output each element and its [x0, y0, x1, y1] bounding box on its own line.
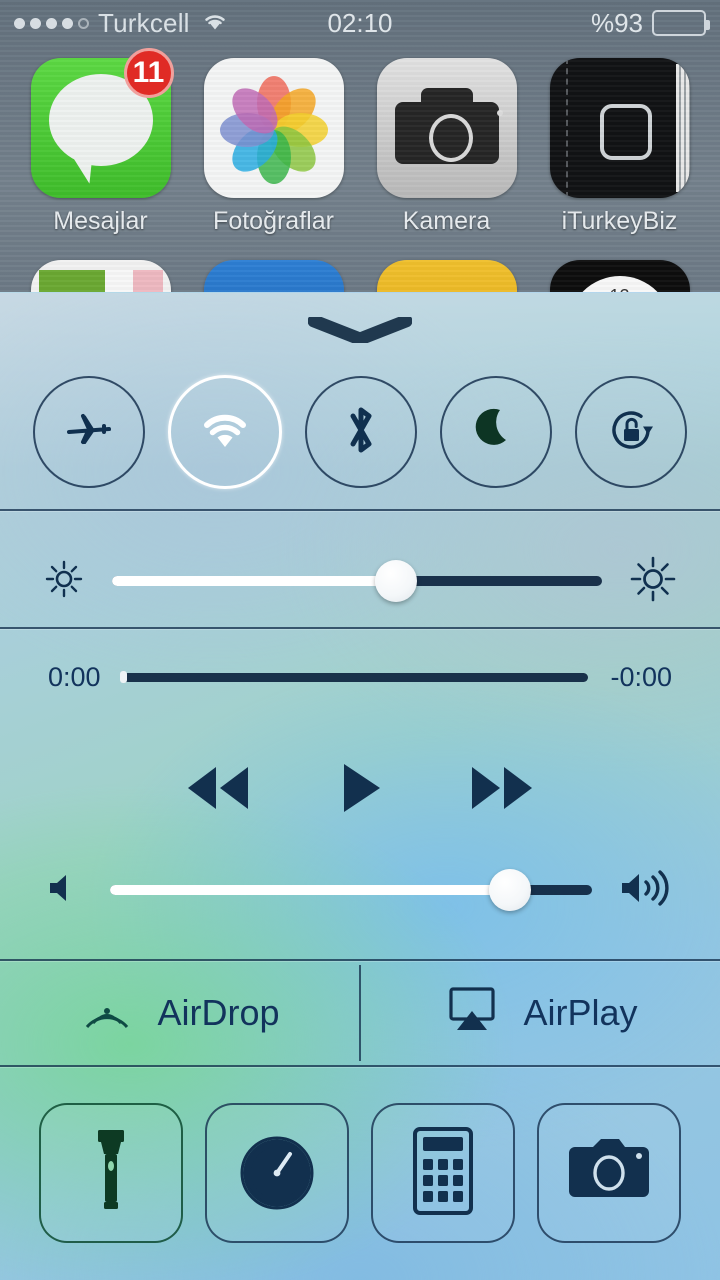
app-label: Kamera: [402, 207, 491, 235]
brightness-fill: [112, 576, 397, 586]
brightness-high-icon: [628, 554, 678, 609]
shortcuts-row: [0, 1093, 720, 1253]
app-row-1: 11 Mesajlar Fotoğraflar Kamera iTurkeyBi…: [0, 48, 720, 236]
timer-icon: [234, 1128, 320, 1219]
airdrop-button[interactable]: AirDrop: [0, 961, 359, 1065]
brightness-knob[interactable]: [375, 560, 418, 602]
battery-icon: [652, 10, 710, 36]
airdrop-icon: [79, 981, 135, 1046]
brightness-slider-row: [0, 533, 720, 629]
media-scrubber[interactable]: [119, 671, 589, 683]
camera-icon: [563, 1135, 655, 1212]
next-track-button[interactable]: [464, 761, 540, 815]
battery-percent-label: %93: [590, 7, 643, 38]
status-bar: Turkcell 02:10 %93: [0, 0, 720, 46]
divider-1: [0, 509, 720, 511]
volume-knob[interactable]: [489, 869, 532, 911]
flashlight-button[interactable]: [39, 1103, 183, 1243]
moon-icon: [470, 404, 522, 461]
app-icon-fotograflar[interactable]: Fotoğraflar: [199, 58, 349, 236]
control-center-panel: 0:00 -0:00 AirDrop AirPlay: [0, 292, 720, 1280]
toggle-wifi[interactable]: [168, 375, 283, 489]
app-label: iTurkeyBiz: [561, 207, 678, 235]
calculator-button[interactable]: [371, 1103, 515, 1243]
badge-count: 11: [123, 48, 174, 98]
timer-button[interactable]: [205, 1103, 349, 1243]
airdrop-label: AirDrop: [157, 992, 280, 1033]
toggle-airplane-mode[interactable]: [33, 376, 146, 488]
divider-2: [0, 627, 720, 629]
airplane-icon: [61, 402, 117, 463]
toggle-bluetooth[interactable]: [304, 376, 417, 488]
chevron-down-grabber[interactable]: [307, 314, 413, 346]
iphone-screen: 11 Mesajlar Fotoğraflar Kamera iTurkeyBi…: [0, 0, 720, 1280]
app-icon-kamera[interactable]: Kamera: [372, 58, 522, 236]
volume-slider[interactable]: [110, 869, 592, 911]
flashlight-icon: [91, 1124, 131, 1223]
previous-track-button[interactable]: [180, 761, 256, 815]
toggle-do-not-disturb[interactable]: [439, 376, 552, 488]
sharing-row: AirDrop AirPlay: [0, 961, 720, 1065]
photos-icon: [203, 58, 344, 198]
camera-icon: [376, 58, 517, 198]
app-icon-iturkeybiz[interactable]: iTurkeyBiz: [545, 58, 695, 236]
bluetooth-icon: [341, 400, 381, 465]
volume-min-icon: [44, 868, 84, 913]
scrubber-knob[interactable]: [119, 671, 127, 683]
divider-4: [0, 1065, 720, 1067]
volume-max-icon: [618, 866, 676, 915]
brightness-low-icon: [42, 557, 86, 606]
rotation-lock-icon: [602, 401, 660, 464]
airplay-button[interactable]: AirPlay: [361, 961, 720, 1065]
brightness-slider[interactable]: [112, 560, 602, 602]
wifi-icon: [196, 407, 254, 458]
app-icon-mesajlar[interactable]: 11 Mesajlar: [26, 48, 176, 236]
calculator-icon: [411, 1125, 475, 1222]
airplay-label: AirPlay: [523, 992, 638, 1033]
airplay-icon: [443, 983, 501, 1044]
status-bar-right: %93: [590, 0, 710, 46]
media-controls-row: [0, 733, 720, 843]
book-icon: [549, 58, 690, 198]
toggle-row: [0, 375, 720, 489]
media-scrubber-row: 0:00 -0:00: [0, 647, 720, 707]
volume-fill: [110, 885, 511, 895]
camera-button[interactable]: [537, 1103, 681, 1243]
app-label: Mesajlar: [53, 207, 148, 235]
volume-slider-row: [0, 845, 720, 935]
elapsed-time-label: 0:00: [48, 661, 101, 692]
speech-bubble-tail: [57, 152, 92, 184]
app-label: Fotoğraflar: [213, 207, 334, 235]
play-button[interactable]: [336, 760, 384, 816]
remaining-time-label: -0:00: [610, 661, 672, 692]
toggle-rotation-lock[interactable]: [574, 376, 687, 488]
